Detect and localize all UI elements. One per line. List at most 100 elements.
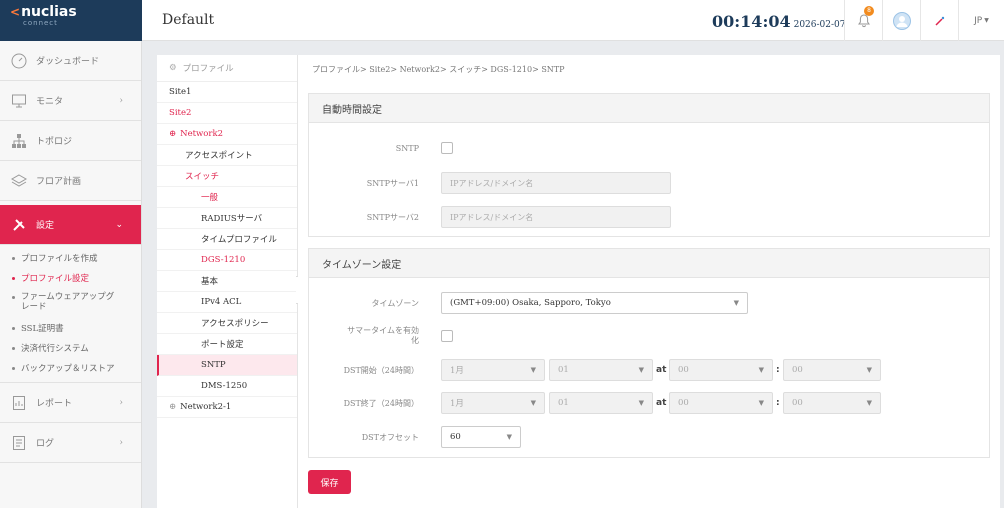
user-avatar-icon <box>892 11 911 30</box>
summer-time-label: サマータイムを有効化 <box>347 326 419 346</box>
tree-item-dms-1250[interactable]: DMS-1250 <box>157 376 297 397</box>
bullet <box>12 256 15 260</box>
tree-item-label: Site1 <box>169 87 192 97</box>
clock-date: 2026-02-07 <box>793 20 846 30</box>
sntp-server1-label: SNTPサーバ1 <box>366 178 419 188</box>
tree-header-label: プロファイル <box>182 64 234 74</box>
bullet <box>12 296 15 299</box>
tree-item-general[interactable]: 一般 <box>157 187 297 208</box>
chevron-down-icon: ▼ <box>984 17 989 24</box>
user-button[interactable] <box>882 0 920 41</box>
tree-item-time-profile[interactable]: タイムプロファイル <box>157 229 297 250</box>
sidebar-item-report[interactable]: レポート › <box>0 383 141 423</box>
sidebar-item-label: 設定 <box>36 221 55 231</box>
dst-start-row: DST開始（24時間） 1月 ▼ 01 ▼ at 00 ▼ : 00 ▼ <box>309 358 989 382</box>
sntp-server2-input[interactable]: IPアドレス/ドメイン名 <box>441 206 671 228</box>
sntp-server2-label: SNTPサーバ2 <box>366 212 419 222</box>
minute-value: 00 <box>792 365 803 375</box>
sidebar-item-settings[interactable]: 設定 ⌄ <box>0 205 141 245</box>
dst-start-minute-select[interactable]: 00 ▼ <box>783 359 881 381</box>
tree-item-label: Site2 <box>169 108 192 118</box>
sntp-label: SNTP <box>395 143 419 153</box>
at-label: at <box>656 398 667 408</box>
sntp-checkbox[interactable] <box>441 142 453 154</box>
submenu-firmware-upgrade[interactable]: ファームウェアアップグレード <box>0 288 141 318</box>
globe-icon: ⊕ <box>169 402 177 412</box>
settings-icon <box>10 216 28 234</box>
main-content: プロファイル> Site2> Network2> スイッチ> DGS-1210>… <box>298 55 1000 508</box>
timezone-label: タイムゾーン <box>371 298 419 308</box>
auto-time-panel: 自動時間設定 SNTP SNTPサーバ1 IPアドレス/ドメイン名 SNTPサー… <box>308 93 990 237</box>
dst-start-day-select[interactable]: 01 ▼ <box>549 359 653 381</box>
tools-button[interactable] <box>920 0 958 41</box>
tree-item-radius[interactable]: RADIUSサーバ <box>157 208 297 229</box>
sidebar-item-monitor[interactable]: モニタ › <box>0 81 141 121</box>
clock: 00:14:04 2026-02-07 <box>712 12 846 31</box>
notification-badge: 8 <box>864 6 874 16</box>
save-button[interactable]: 保存 <box>308 470 351 494</box>
tree-item-access-policy[interactable]: アクセスポリシー <box>157 313 297 334</box>
sidebar-item-dashboard[interactable]: ダッシュボード <box>0 41 141 81</box>
bullet <box>12 346 15 350</box>
summer-time-checkbox[interactable] <box>441 330 453 342</box>
tree-item-access-point[interactable]: アクセスポイント <box>157 145 297 166</box>
tree-item-site2[interactable]: Site2 <box>157 103 297 124</box>
submenu-label: プロファイル設定 <box>21 274 90 284</box>
submenu-payment-gateway[interactable]: 決済代行システム <box>0 338 141 358</box>
floorplan-icon <box>10 172 28 190</box>
day-value: 01 <box>558 398 569 408</box>
monitor-icon <box>10 92 28 110</box>
nuclias-logo[interactable]: <nuclias connect <box>0 0 142 41</box>
tree-item-label: 基本 <box>201 277 219 287</box>
dst-start-month-select[interactable]: 1月 ▼ <box>441 359 545 381</box>
dst-end-minute-select[interactable]: 00 ▼ <box>783 392 881 414</box>
brand-sub: connect <box>23 19 58 27</box>
tree-item-label: アクセスポイント <box>185 151 253 161</box>
timezone-select[interactable]: (GMT+09:00) Osaka, Sapporo, Tokyo ▼ <box>441 292 748 314</box>
offset-value: 60 <box>450 432 461 442</box>
dst-end-month-select[interactable]: 1月 ▼ <box>441 392 545 414</box>
sidebar-item-floorplan[interactable]: フロア計画 <box>0 161 141 201</box>
panel-title: タイムゾーン設定 <box>309 249 989 278</box>
sntp-server1-input[interactable]: IPアドレス/ドメイン名 <box>441 172 671 194</box>
profile-tree: ⚙ プロファイル Site1 Site2 ⊕ Network2 アクセスポイント … <box>157 55 298 508</box>
sidebar-item-topology[interactable]: トポロジ <box>0 121 141 161</box>
topology-icon <box>10 132 28 150</box>
tree-item-label: DGS-1210 <box>201 255 246 265</box>
wand-icon <box>934 16 944 26</box>
submenu-backup-restore[interactable]: バックアップ＆リストア <box>0 358 141 378</box>
tree-item-network2[interactable]: ⊕ Network2 <box>157 124 297 145</box>
tree-item-label: タイムプロファイル <box>201 235 277 245</box>
sidebar-item-label: フロア計画 <box>36 177 82 187</box>
minute-value: 00 <box>792 398 803 408</box>
tree-item-sntp[interactable]: SNTP <box>157 355 297 376</box>
submenu-create-profile[interactable]: プロファイルを作成 <box>0 248 141 268</box>
dst-start-hour-select[interactable]: 00 ▼ <box>669 359 773 381</box>
tree-item-site1[interactable]: Site1 <box>157 82 297 103</box>
log-icon <box>10 434 28 452</box>
dst-offset-select[interactable]: 60 ▼ <box>441 426 521 448</box>
tree-item-port-settings[interactable]: ポート設定 <box>157 334 297 355</box>
tree-item-label: RADIUSサーバ <box>201 214 263 224</box>
dst-end-day-select[interactable]: 01 ▼ <box>549 392 653 414</box>
bullet <box>12 276 15 280</box>
tree-item-network2-1[interactable]: ⊕ Network2-1 <box>157 397 297 418</box>
site-name: Default <box>162 12 215 28</box>
sidebar-item-log[interactable]: ログ › <box>0 423 141 463</box>
dst-end-label: DST終了（24時間） <box>343 398 419 408</box>
sidebar-item-label: レポート <box>36 399 73 409</box>
chevron-down-icon: ⌄ <box>115 219 123 230</box>
dst-end-hour-select[interactable]: 00 ▼ <box>669 392 773 414</box>
tree-item-dgs-1210[interactable]: DGS-1210 <box>157 250 297 271</box>
hour-value: 00 <box>678 365 689 375</box>
tree-item-basic[interactable]: 基本 <box>157 271 297 292</box>
report-icon <box>10 394 28 412</box>
sntp-server1-row: SNTPサーバ1 IPアドレス/ドメイン名 <box>309 171 989 195</box>
submenu-ssl-cert[interactable]: SSL証明書 <box>0 318 141 338</box>
tree-item-switch[interactable]: スイッチ <box>157 166 297 187</box>
submenu-profile-settings[interactable]: プロファイル設定 <box>0 268 141 288</box>
chevron-right-icon: › <box>119 397 123 408</box>
language-selector[interactable]: JP ▼ <box>958 0 1004 41</box>
tree-item-ipv4-acl[interactable]: IPv4 ACL <box>157 292 297 313</box>
notification-button[interactable]: 8 <box>844 0 882 41</box>
